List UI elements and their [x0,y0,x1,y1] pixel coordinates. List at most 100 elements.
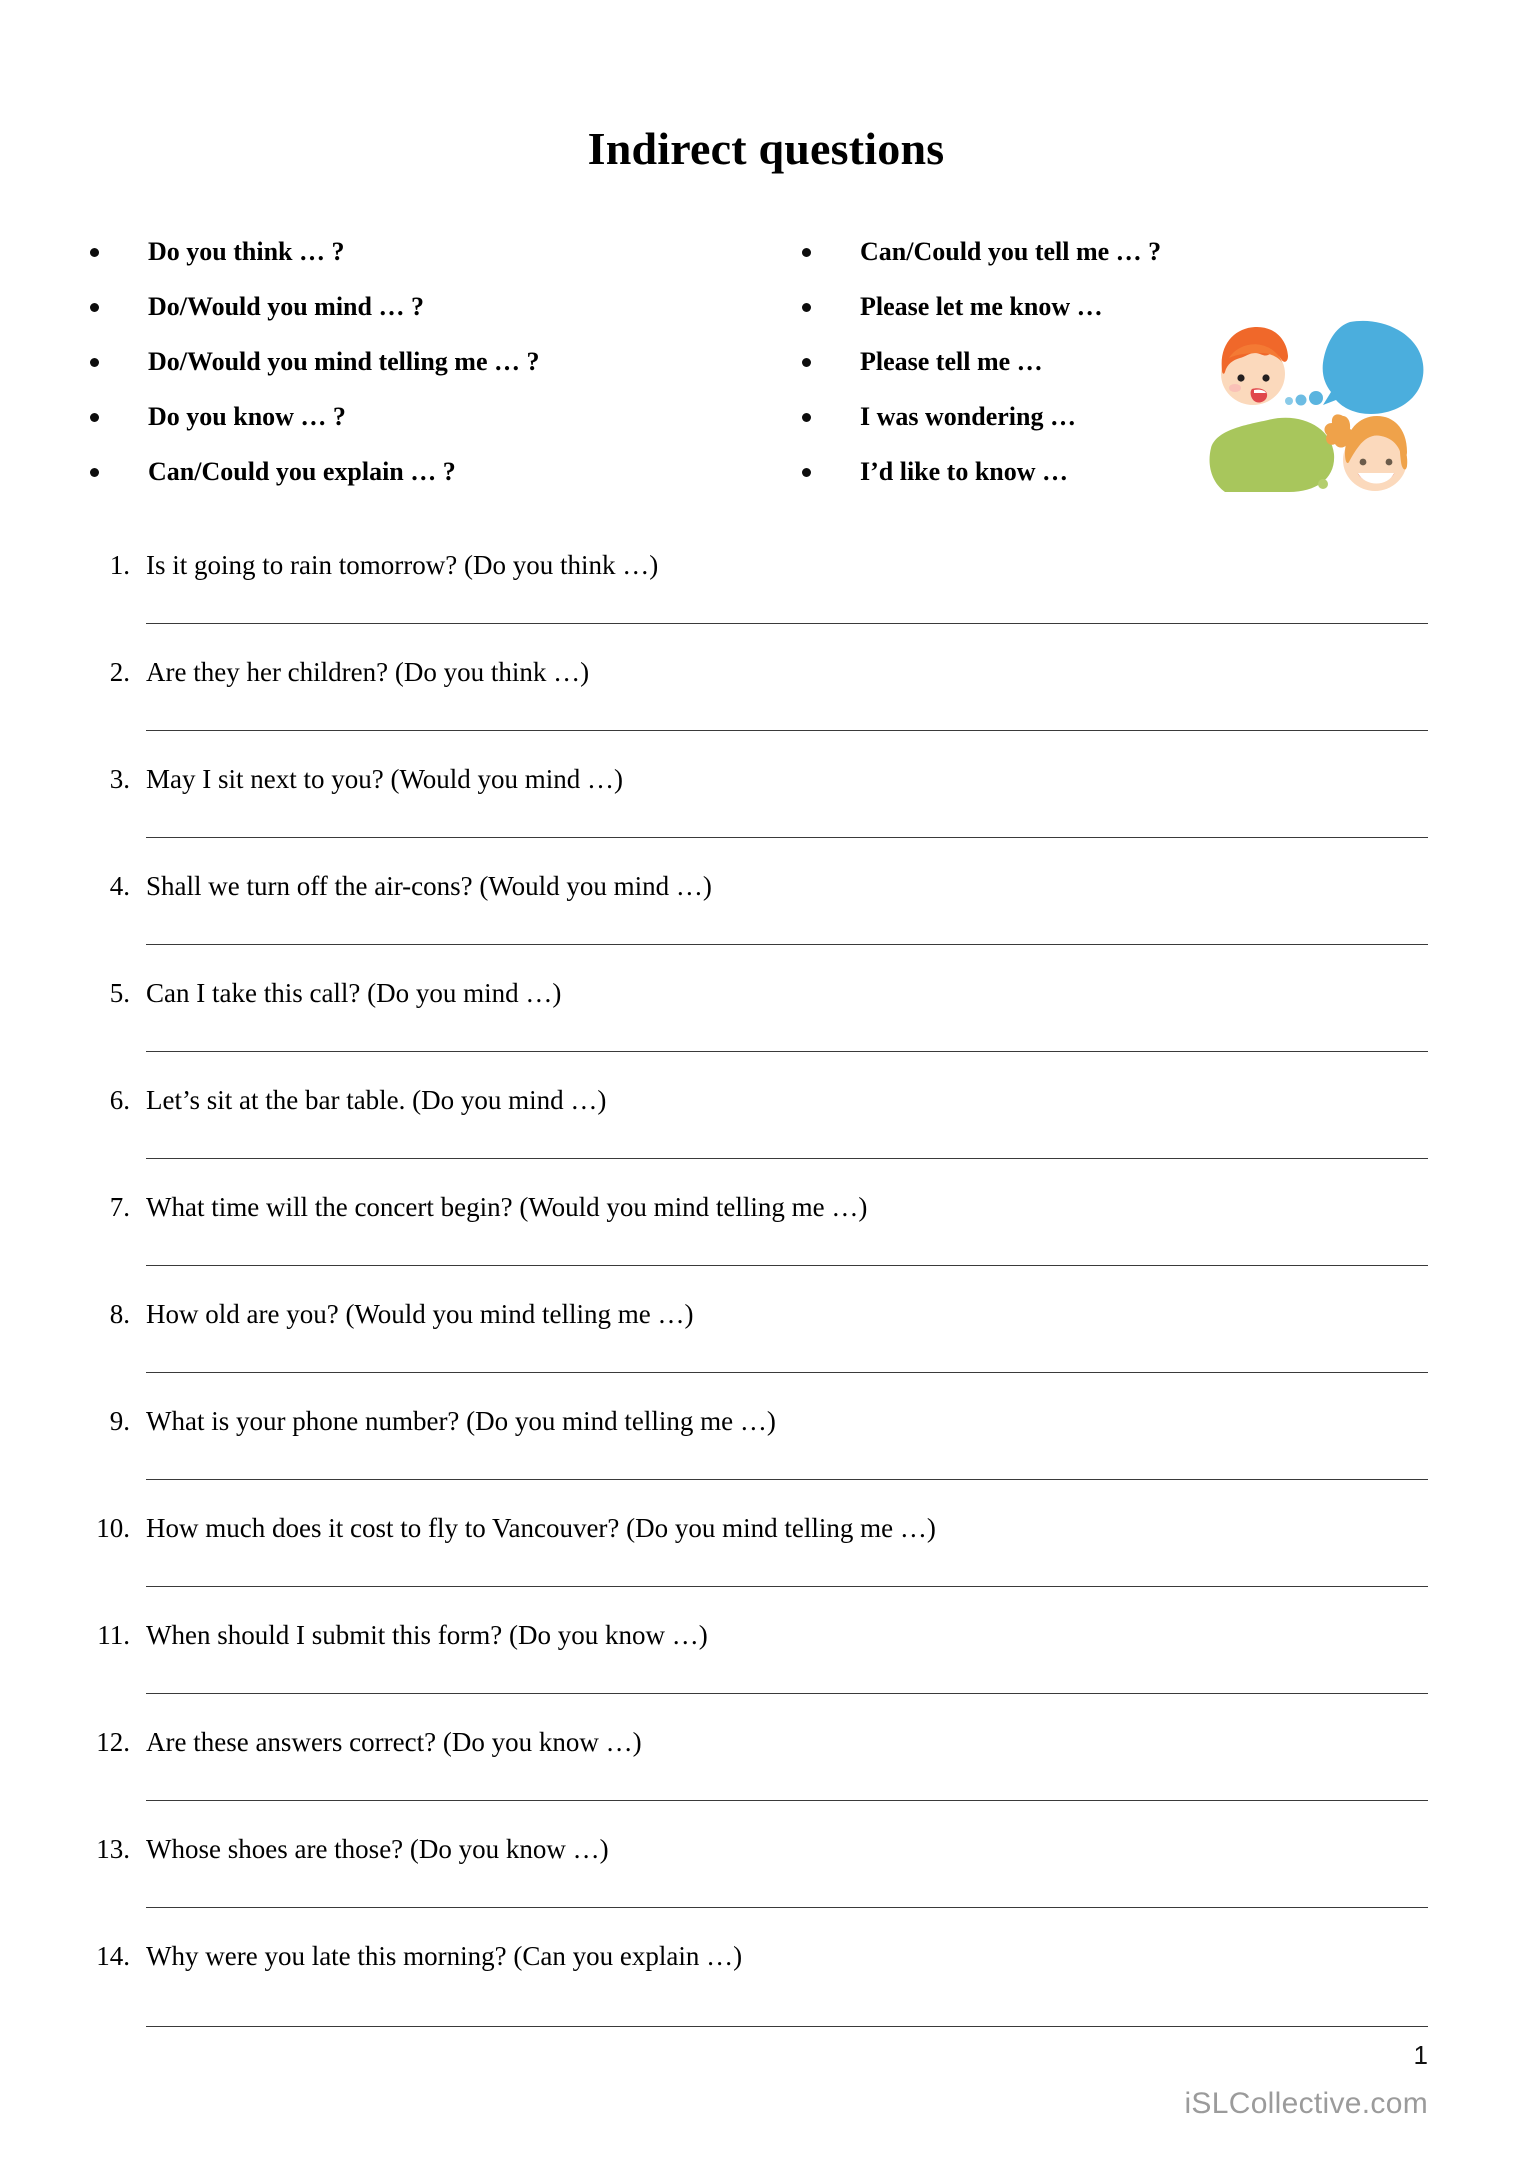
exercise-question: Let’s sit at the bar table. (Do you mind… [146,1085,607,1115]
phrase-bank-left-column: Do you think … ? Do/Would you mind … ? D… [78,224,758,499]
exercise-number: 4. [109,871,130,901]
girl-left-eye-icon [1359,458,1367,466]
bullet-icon [90,248,99,257]
blue-thought-bubble-icon [1322,320,1424,414]
answer-line[interactable] [146,1051,1428,1052]
answer-line[interactable] [146,730,1428,731]
exercise-item: 9. What is your phone number? (Do you mi… [0,1401,1532,1508]
exercise-number: 6. [109,1085,130,1115]
children-thought-bubbles-illustration [1205,312,1445,492]
list-item: Do/Would you mind telling me … ? [78,334,758,389]
exercise-item: 11. When should I submit this form? (Do … [0,1615,1532,1722]
phrase-label: Please tell me … [860,347,1043,376]
bubble-dot-medium-icon [1295,394,1307,406]
bullet-icon [90,468,99,477]
answer-line[interactable] [146,1586,1428,1587]
phrase-label: I was wondering … [860,402,1076,431]
footer-answer-line[interactable] [146,2026,1428,2027]
exercise-number: 5. [109,978,130,1008]
answer-line[interactable] [146,623,1428,624]
exercise-number: 2. [109,657,130,687]
exercise-question: Whose shoes are those? (Do you know …) [146,1834,609,1864]
phrase-label: Do you think … ? [148,237,345,266]
bubble-dot-small-icon [1285,397,1293,405]
exercise-number: 3. [109,764,130,794]
exercise-item: 1. Is it going to rain tomorrow? (Do you… [0,545,1532,652]
list-item: Can/Could you tell me … ? [790,224,1290,279]
exercise-question: When should I submit this form? (Do you … [146,1620,708,1650]
exercise-question: What is your phone number? (Do you mind … [146,1406,776,1436]
exercise-item: 5. Can I take this call? (Do you mind …) [0,973,1532,1080]
exercise-number: 10. [96,1513,130,1543]
exercise-item: 10. How much does it cost to fly to Vanc… [0,1508,1532,1615]
exercise-item: 13. Whose shoes are those? (Do you know … [0,1829,1532,1936]
answer-line[interactable] [146,944,1428,945]
answer-line[interactable] [146,1907,1428,1908]
green-thought-bubble-icon [1209,417,1335,492]
exercise-item: 4. Shall we turn off the air-cons? (Woul… [0,866,1532,973]
exercise-item: 6. Let’s sit at the bar table. (Do you m… [0,1080,1532,1187]
bullet-icon [90,358,99,367]
phrase-label: I’d like to know … [860,457,1069,486]
list-item: Can/Could you explain … ? [78,444,758,499]
girl-face-icon [1324,414,1408,491]
phrase-label: Can/Could you tell me … ? [860,237,1162,266]
exercise-number: 1. [109,550,130,580]
list-item: Do you know … ? [78,389,758,444]
exercise-number: 11. [97,1620,130,1650]
girl-right-eye-icon [1385,458,1393,466]
answer-line[interactable] [146,1372,1428,1373]
bullet-icon [802,358,811,367]
exercise-question: Why were you late this morning? (Can you… [146,1941,743,1971]
exercise-item: 12. Are these answers correct? (Do you k… [0,1722,1532,1829]
bubble-dot-large-icon [1309,391,1323,405]
boy-left-eye-icon [1237,374,1245,382]
boy-right-eye-icon [1262,374,1270,382]
phrase-label: Do you know … ? [148,402,346,431]
exercise-question: Shall we turn off the air-cons? (Would y… [146,871,712,901]
bullet-icon [90,413,99,422]
bullet-icon [802,468,811,477]
exercise-question: How old are you? (Would you mind telling… [146,1299,694,1329]
answer-line[interactable] [146,1158,1428,1159]
exercise-number: 13. [96,1834,130,1864]
exercise-list: 1. Is it going to rain tomorrow? (Do you… [0,545,1532,2043]
exercise-number: 9. [109,1406,130,1436]
bullet-icon [802,303,811,312]
boy-face-icon [1221,326,1288,405]
exercise-question: What time will the concert begin? (Would… [146,1192,868,1222]
exercise-number: 12. [96,1727,130,1757]
exercise-number: 7. [109,1192,130,1222]
page-number: 1 [1413,2040,1428,2070]
green-bubble-dot-icon [1318,479,1328,489]
bullet-icon [802,413,811,422]
answer-line[interactable] [146,1265,1428,1266]
exercise-question: Can I take this call? (Do you mind …) [146,978,562,1008]
answer-line[interactable] [146,1693,1428,1694]
answer-line[interactable] [146,1800,1428,1801]
exercise-question: Is it going to rain tomorrow? (Do you th… [146,550,659,580]
list-item: Do you think … ? [78,224,758,279]
answer-line[interactable] [146,1479,1428,1480]
clipart-svg [1209,320,1424,492]
phrase-label: Do/Would you mind telling me … ? [148,347,540,376]
exercise-item: 7. What time will the concert begin? (Wo… [0,1187,1532,1294]
worksheet-page: Indirect questions Do you think … ? Do/W… [0,0,1532,2167]
phrase-label: Can/Could you explain … ? [148,457,456,486]
exercise-number: 8. [109,1299,130,1329]
exercise-question: Are they her children? (Do you think …) [146,657,590,687]
bullet-icon [90,303,99,312]
exercise-number: 14. [96,1941,130,1971]
answer-line[interactable] [146,837,1428,838]
exercise-item: 2. Are they her children? (Do you think … [0,652,1532,759]
list-item: Do/Would you mind … ? [78,279,758,334]
page-title: Indirect questions [587,123,945,174]
exercise-question: How much does it cost to fly to Vancouve… [146,1513,936,1543]
phrase-label: Do/Would you mind … ? [148,292,424,321]
bullet-icon [802,248,811,257]
exercise-question: May I sit next to you? (Would you mind …… [146,764,624,794]
exercise-item: 3. May I sit next to you? (Would you min… [0,759,1532,866]
exercise-question: Are these answers correct? (Do you know … [146,1727,642,1757]
site-watermark: iSLCollective.com [1184,2087,1428,2120]
phrase-label: Please let me know … [860,292,1103,321]
